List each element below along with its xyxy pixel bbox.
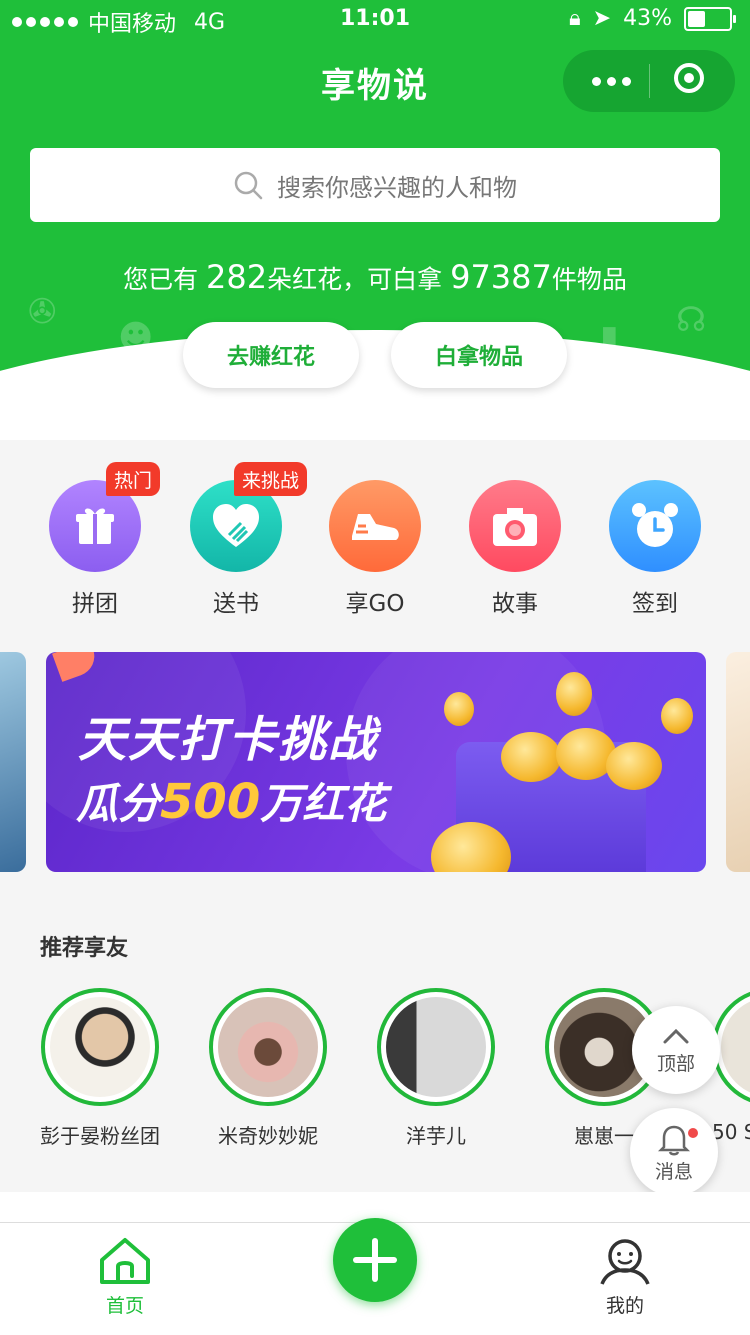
coin-icon xyxy=(661,698,693,734)
banner-subtitle-number: 500 xyxy=(160,774,261,830)
avatar xyxy=(41,988,159,1106)
alarm-clock-icon xyxy=(609,480,701,572)
fan-icon: ✇ xyxy=(28,292,57,332)
category-qiandao[interactable]: 签到 xyxy=(595,480,715,618)
bell-icon xyxy=(657,1125,691,1156)
back-to-top-button[interactable]: 顶部 xyxy=(632,1006,720,1094)
status-right: 🔒︎ ➤ 43% xyxy=(568,6,736,31)
stats-middle: 朵红花，可白拿 xyxy=(267,265,451,294)
battery-icon xyxy=(684,6,736,31)
location-icon: ➤ xyxy=(592,6,612,31)
banner-subtitle: 瓜分500万红花 xyxy=(76,770,386,831)
hot-badge: 热门 xyxy=(106,462,161,496)
friend-name: 彭于晏粉丝团 xyxy=(40,1124,160,1148)
banner-title: 天天打卡挑战 xyxy=(78,712,379,768)
friend-name: 米奇妙妙妮 xyxy=(218,1124,318,1148)
search-input[interactable]: 搜索你感兴趣的人和物 xyxy=(30,148,720,222)
coin-icon xyxy=(444,692,474,726)
category-label: 享GO xyxy=(345,591,405,617)
bra-icon: ☊ xyxy=(676,300,707,340)
flower-stats: 您已有 282朵红花，可白拿 97387件物品 xyxy=(0,258,750,296)
banner-prev-peek[interactable] xyxy=(0,652,26,872)
banner-subtitle-a: 瓜分 xyxy=(76,779,161,828)
item-count: 97387 xyxy=(450,258,552,296)
friend-name: 洋芋儿 xyxy=(406,1124,466,1148)
sneaker-icon xyxy=(329,480,421,572)
category-songshu[interactable]: 送书 xyxy=(176,480,296,618)
friend-card[interactable]: 米奇妙妙妮 xyxy=(198,988,338,1149)
category-xianggo[interactable]: 享GO xyxy=(315,480,435,618)
hero-curve xyxy=(0,330,750,440)
banner-next-peek[interactable] xyxy=(726,652,750,872)
category-label: 拼团 xyxy=(72,591,118,617)
camera-icon xyxy=(469,480,561,572)
flower-count: 282 xyxy=(206,258,268,296)
close-mini-program-button[interactable] xyxy=(674,63,704,93)
stats-prefix: 您已有 xyxy=(123,265,207,294)
search-placeholder: 搜索你感兴趣的人和物 xyxy=(277,173,517,202)
search-icon xyxy=(234,171,263,200)
challenge-badge: 来挑战 xyxy=(234,462,308,496)
earn-flowers-button[interactable]: 去赚红花 xyxy=(183,322,359,388)
avatar xyxy=(209,988,327,1106)
category-label: 送书 xyxy=(213,591,259,617)
banner-subtitle-b: 万红花 xyxy=(260,779,387,828)
chevron-up-icon xyxy=(663,1028,689,1044)
tab-home-label: 首页 xyxy=(105,1295,144,1317)
home-icon xyxy=(100,1238,150,1284)
tab-home[interactable]: 首页 xyxy=(65,1236,185,1318)
back-to-top-label: 顶部 xyxy=(656,1053,695,1075)
user-icon xyxy=(600,1239,650,1285)
category-label: 签到 xyxy=(632,591,678,617)
friend-card[interactable]: 洋芋儿 xyxy=(366,988,506,1149)
tab-mine[interactable]: 我的 xyxy=(565,1236,685,1318)
category-pintuan[interactable]: 拼团 xyxy=(35,480,155,618)
battery-fill xyxy=(688,10,705,27)
coin-icon xyxy=(606,742,662,790)
unread-dot xyxy=(688,1128,698,1138)
messages-label: 消息 xyxy=(654,1161,693,1183)
friends-title: 推荐享友 xyxy=(40,936,129,961)
avatar xyxy=(377,988,495,1106)
stats-suffix: 件物品 xyxy=(551,265,627,294)
status-bar: 中国移动 4G 11:01 🔒︎ ➤ 43% xyxy=(0,0,750,40)
rotation-lock-icon: 🔒︎ xyxy=(568,6,581,31)
more-button[interactable] xyxy=(586,66,636,96)
promo-banner[interactable]: 天天打卡挑战 瓜分500万红花 xyxy=(46,652,706,872)
coin-icon xyxy=(556,672,592,716)
publish-button[interactable] xyxy=(333,1218,417,1302)
take-items-button[interactable]: 白拿物品 xyxy=(391,322,567,388)
category-gushi[interactable]: 故事 xyxy=(455,480,575,618)
messages-button[interactable]: 消息 xyxy=(630,1108,718,1196)
friend-card[interactable]: 彭于晏粉丝团 xyxy=(30,988,170,1149)
coin-icon xyxy=(501,732,561,782)
battery-percent: 43% xyxy=(623,6,672,31)
category-label: 故事 xyxy=(492,591,538,617)
tab-mine-label: 我的 xyxy=(605,1295,644,1317)
capsule-divider xyxy=(649,64,650,98)
